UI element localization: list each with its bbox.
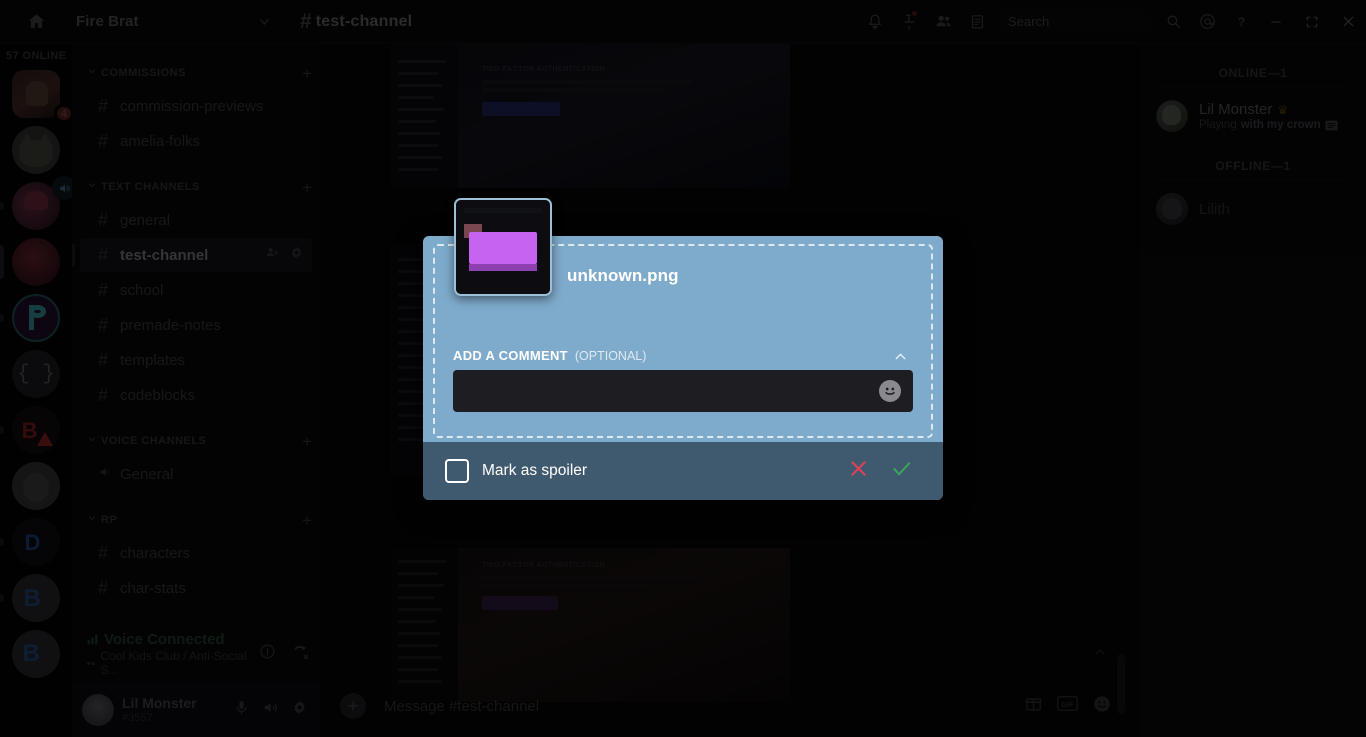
comment-input[interactable] (453, 370, 913, 412)
collapse-comment-button[interactable] (892, 348, 909, 370)
mark-as-spoiler-label: Mark as spoiler (482, 462, 588, 479)
comment-emoji-button[interactable] (879, 380, 901, 402)
upload-file-name: unknown.png (567, 266, 679, 285)
thumbnail-titlebar (463, 207, 543, 214)
cancel-upload-button[interactable] (847, 457, 870, 485)
comment-label-row: ADD A COMMENT (OPTIONAL) (453, 348, 646, 363)
upload-modal-body: unknown.png ADD A COMMENT (OPTIONAL) (423, 198, 943, 442)
comment-optional-label: (OPTIONAL) (574, 348, 647, 363)
thumbnail-image (456, 200, 550, 294)
comment-label: ADD A COMMENT (453, 348, 568, 363)
discord-window: Fire Brat # test-channel (0, 0, 1366, 737)
confirm-check-icon (893, 462, 911, 476)
upload-file-modal: unknown.png ADD A COMMENT (OPTIONAL) Mar… (423, 198, 943, 500)
upload-modal-footer: Mark as spoiler (423, 442, 943, 500)
mark-as-spoiler-checkbox[interactable] (445, 459, 469, 483)
thumbnail-dialog (469, 231, 537, 271)
upload-thumbnail[interactable] (454, 198, 552, 296)
chevron-up-icon (895, 353, 906, 360)
upload-modal-actions (847, 457, 921, 485)
emoji-icon (880, 381, 900, 401)
cancel-x-icon (851, 461, 866, 476)
thumbnail-dialog-footer (469, 263, 537, 271)
confirm-upload-button[interactable] (890, 457, 913, 485)
